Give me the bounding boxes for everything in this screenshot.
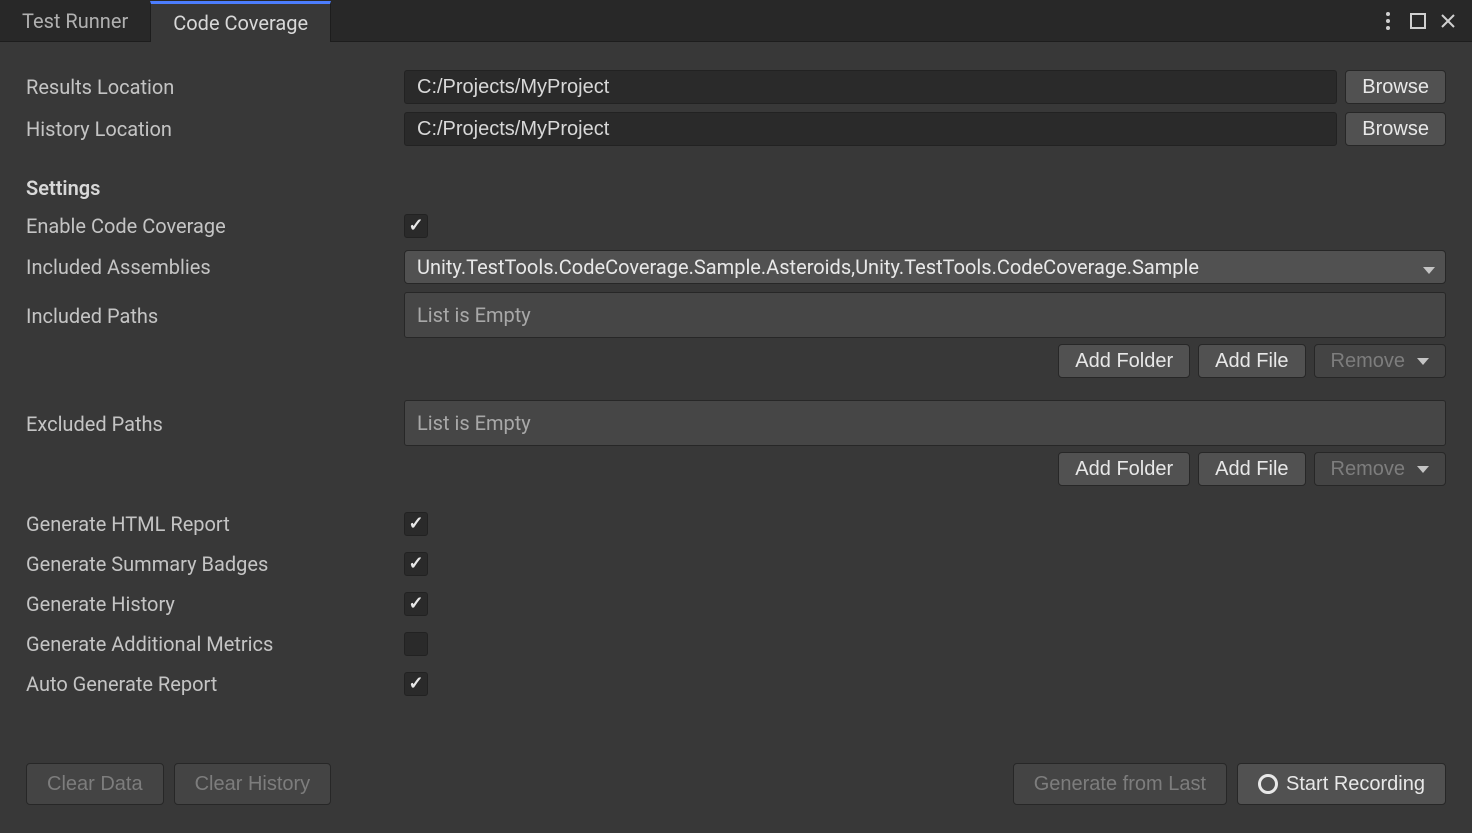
content-area: Results Location Browse History Location… bbox=[0, 42, 1472, 833]
included-remove-button[interactable]: Remove bbox=[1314, 344, 1446, 378]
chevron-down-icon bbox=[1419, 255, 1435, 279]
excluded-remove-button[interactable]: Remove bbox=[1314, 452, 1446, 486]
generate-metrics-label: Generate Additional Metrics bbox=[26, 632, 404, 656]
code-coverage-window: Test Runner Code Coverage Results Locati… bbox=[0, 0, 1472, 833]
maximize-icon[interactable] bbox=[1408, 11, 1428, 31]
generate-badges-label: Generate Summary Badges bbox=[26, 552, 404, 576]
settings-heading: Settings bbox=[26, 176, 1446, 200]
chevron-down-icon bbox=[1417, 466, 1429, 473]
excluded-add-folder-button[interactable]: Add Folder bbox=[1058, 452, 1190, 486]
clear-history-button[interactable]: Clear History bbox=[174, 763, 332, 805]
generate-badges-checkbox[interactable] bbox=[404, 552, 428, 576]
generate-history-checkbox[interactable] bbox=[404, 592, 428, 616]
menu-icon[interactable] bbox=[1378, 11, 1398, 31]
generate-history-label: Generate History bbox=[26, 592, 404, 616]
included-paths-list[interactable]: List is Empty bbox=[404, 292, 1446, 338]
generate-from-last-button[interactable]: Generate from Last bbox=[1013, 763, 1227, 805]
generate-metrics-checkbox[interactable] bbox=[404, 632, 428, 656]
tab-bar: Test Runner Code Coverage bbox=[0, 0, 1472, 42]
results-location-input[interactable] bbox=[404, 70, 1337, 104]
close-icon[interactable] bbox=[1438, 11, 1458, 31]
included-assemblies-label: Included Assemblies bbox=[26, 255, 404, 279]
auto-generate-label: Auto Generate Report bbox=[26, 672, 404, 696]
results-location-label: Results Location bbox=[26, 75, 404, 99]
record-icon bbox=[1258, 774, 1278, 794]
included-assemblies-dropdown[interactable]: Unity.TestTools.CodeCoverage.Sample.Aste… bbox=[404, 250, 1446, 284]
clear-data-button[interactable]: Clear Data bbox=[26, 763, 164, 805]
tab-test-runner[interactable]: Test Runner bbox=[0, 0, 150, 41]
included-add-file-button[interactable]: Add File bbox=[1198, 344, 1305, 378]
included-assemblies-value: Unity.TestTools.CodeCoverage.Sample.Aste… bbox=[417, 255, 1199, 279]
excluded-paths-list[interactable]: List is Empty bbox=[404, 400, 1446, 446]
auto-generate-checkbox[interactable] bbox=[404, 672, 428, 696]
history-location-label: History Location bbox=[26, 117, 404, 141]
start-recording-button[interactable]: Start Recording bbox=[1237, 763, 1446, 805]
results-browse-button[interactable]: Browse bbox=[1345, 70, 1446, 104]
footer-bar: Clear Data Clear History Generate from L… bbox=[26, 745, 1446, 833]
enable-coverage-checkbox[interactable] bbox=[404, 214, 428, 238]
generate-html-checkbox[interactable] bbox=[404, 512, 428, 536]
history-browse-button[interactable]: Browse bbox=[1345, 112, 1446, 146]
excluded-paths-label: Excluded Paths bbox=[26, 400, 404, 436]
tab-code-coverage[interactable]: Code Coverage bbox=[150, 1, 331, 42]
generate-html-label: Generate HTML Report bbox=[26, 512, 404, 536]
chevron-down-icon bbox=[1417, 358, 1429, 365]
included-add-folder-button[interactable]: Add Folder bbox=[1058, 344, 1190, 378]
enable-coverage-label: Enable Code Coverage bbox=[26, 214, 404, 238]
excluded-add-file-button[interactable]: Add File bbox=[1198, 452, 1305, 486]
included-paths-label: Included Paths bbox=[26, 292, 404, 328]
history-location-input[interactable] bbox=[404, 112, 1337, 146]
